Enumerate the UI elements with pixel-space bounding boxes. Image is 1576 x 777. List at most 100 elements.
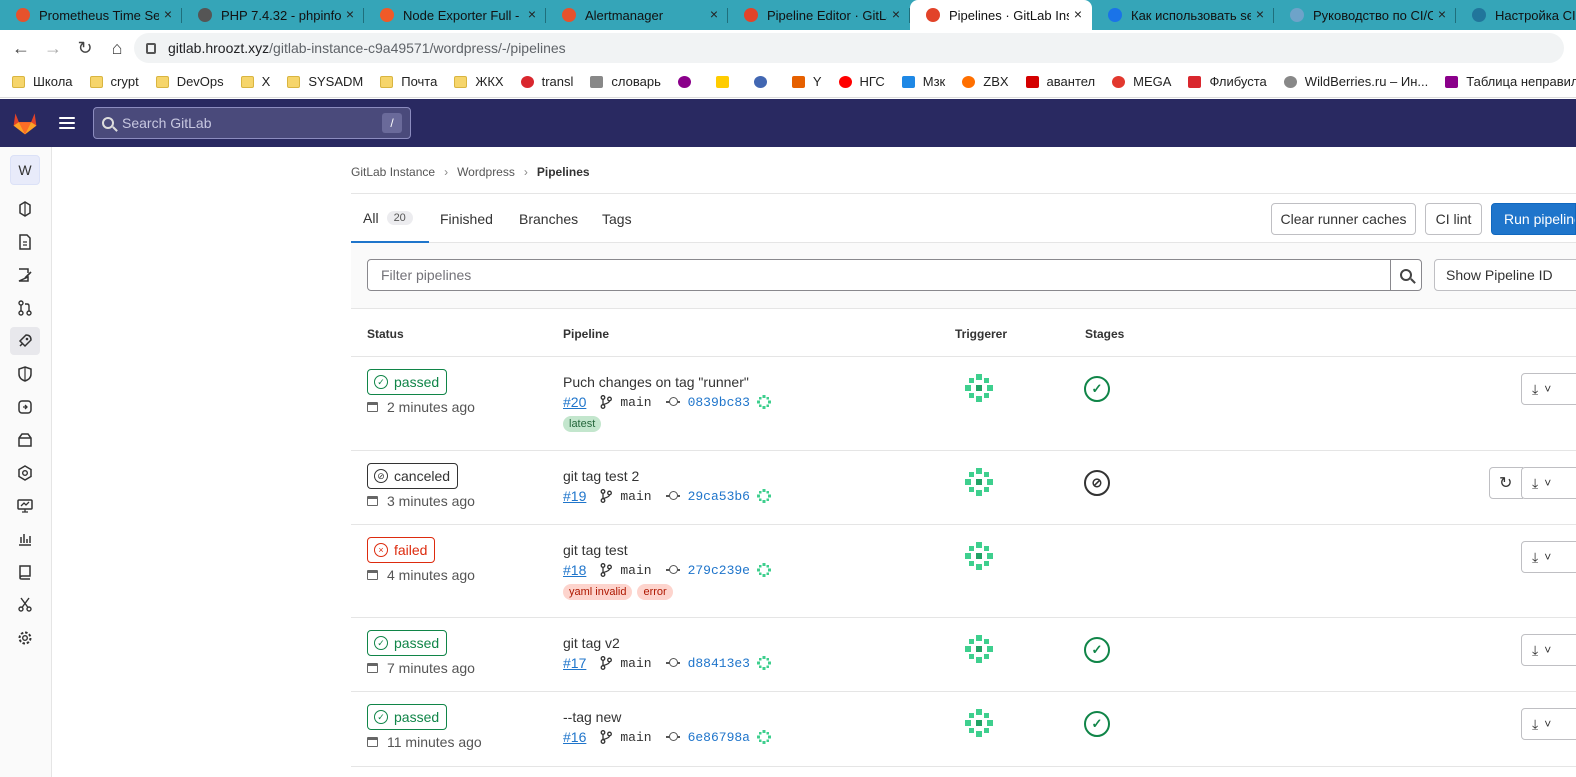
tab-branches[interactable]: Branches xyxy=(519,194,578,243)
branch-ref[interactable]: main xyxy=(600,395,652,410)
triggerer-avatar[interactable] xyxy=(963,466,995,498)
breadcrumb-item-current[interactable]: Pipelines xyxy=(537,165,590,179)
browser-tab[interactable]: PHP 7.4.32 - phpinfo() × xyxy=(182,0,364,30)
sidebar-item-infrastructure[interactable] xyxy=(10,459,40,487)
gitlab-logo-icon[interactable] xyxy=(11,109,39,137)
retry-button[interactable]: ↻ xyxy=(1489,467,1523,499)
status-badge[interactable]: × failed xyxy=(367,537,436,563)
show-pipeline-id-dropdown[interactable]: Show Pipeline ID xyxy=(1434,259,1576,291)
bookmark-item[interactable]: WildBerries.ru – Ин... xyxy=(1283,74,1428,89)
commit-ref[interactable]: 6e86798a xyxy=(665,730,750,745)
bookmark-item[interactable]: ЖКХ xyxy=(454,74,504,89)
bookmark-item[interactable]: НГС xyxy=(838,74,885,89)
close-icon[interactable]: × xyxy=(1438,6,1446,22)
close-icon[interactable]: × xyxy=(892,6,900,22)
bookmark-item[interactable]: MEGA xyxy=(1112,74,1171,89)
close-icon[interactable]: × xyxy=(1256,6,1264,22)
status-badge[interactable]: ✓ passed xyxy=(367,704,448,730)
bookmark-item[interactable]: Y xyxy=(791,74,822,89)
filter-search-button[interactable] xyxy=(1390,259,1422,291)
sidebar-item-issues[interactable] xyxy=(10,261,40,289)
tab-finished[interactable]: Finished xyxy=(440,194,493,243)
hamburger-menu-icon[interactable] xyxy=(59,117,75,129)
commit-ref[interactable]: 279c239e xyxy=(665,563,750,578)
browser-tab[interactable]: Руководство по CI/CD × xyxy=(1274,0,1456,30)
close-icon[interactable]: × xyxy=(346,6,354,22)
pipeline-title[interactable]: Puch changes on tag "runner" xyxy=(563,374,749,390)
project-avatar[interactable]: W xyxy=(10,155,40,185)
browser-tab[interactable]: Prometheus Time Series × xyxy=(0,0,182,30)
sidebar-item-merge-requests[interactable] xyxy=(10,294,40,322)
stage-passed-icon[interactable]: ✓ xyxy=(1084,376,1110,402)
bookmark-item[interactable] xyxy=(715,75,737,88)
branch-ref[interactable]: main xyxy=(600,489,652,504)
breadcrumb-item-instance[interactable]: GitLab Instance xyxy=(351,165,435,179)
download-artifacts-button[interactable]: ⤓ ˅ xyxy=(1521,467,1576,499)
status-badge[interactable]: ⊘ canceled xyxy=(367,463,459,489)
pipeline-id-link[interactable]: #16 xyxy=(563,729,586,745)
bookmark-item[interactable] xyxy=(677,75,699,88)
branch-ref[interactable]: main xyxy=(600,656,652,671)
status-badge[interactable]: ✓ passed xyxy=(367,369,448,395)
pipeline-id-link[interactable]: #20 xyxy=(563,394,586,410)
triggerer-avatar[interactable] xyxy=(963,633,995,665)
triggerer-avatar[interactable] xyxy=(963,372,995,404)
pipeline-title[interactable]: git tag test xyxy=(563,542,628,558)
bookmark-item[interactable]: crypt xyxy=(89,74,139,89)
download-artifacts-button[interactable]: ⤓ ˅ xyxy=(1521,541,1576,573)
close-icon[interactable]: × xyxy=(710,6,718,22)
stage-canceled-icon[interactable]: ⊘ xyxy=(1084,470,1110,496)
browser-tab[interactable]: Alertmanager × xyxy=(546,0,728,30)
commit-ref[interactable]: 0839bc83 xyxy=(665,395,750,410)
commit-ref[interactable]: 29ca53b6 xyxy=(665,489,750,504)
home-icon[interactable]: ⌂ xyxy=(106,37,128,59)
pipeline-id-link[interactable]: #19 xyxy=(563,488,586,504)
sidebar-item-wiki[interactable] xyxy=(10,558,40,586)
run-pipeline-button[interactable]: Run pipeline xyxy=(1491,203,1576,235)
browser-tab[interactable]: Pipelines · GitLab Instance × xyxy=(910,0,1092,30)
close-icon[interactable]: × xyxy=(164,6,172,22)
bookmark-item[interactable] xyxy=(753,75,775,88)
pipeline-id-link[interactable]: #17 xyxy=(563,655,586,671)
bookmark-item[interactable]: Школа xyxy=(12,74,73,89)
bookmark-item[interactable]: Флибуста xyxy=(1188,74,1267,89)
branch-ref[interactable]: main xyxy=(600,730,652,745)
close-icon[interactable]: × xyxy=(1074,6,1082,22)
ci-lint-button[interactable]: CI lint xyxy=(1425,203,1482,235)
triggerer-avatar[interactable] xyxy=(963,707,995,739)
triggerer-avatar[interactable] xyxy=(963,540,995,572)
forward-icon[interactable]: → xyxy=(42,37,64,59)
sidebar-item-repository[interactable] xyxy=(10,228,40,256)
pipeline-title[interactable]: --tag new xyxy=(563,709,621,725)
bookmark-item[interactable]: DevOps xyxy=(155,74,224,89)
status-badge[interactable]: ✓ passed xyxy=(367,630,448,656)
download-artifacts-button[interactable]: ⤓ ˅ xyxy=(1521,634,1576,666)
bookmark-item[interactable]: SYSADM xyxy=(287,74,363,89)
url-field[interactable]: gitlab.hroozt.xyz/gitlab-instance-c9a495… xyxy=(134,33,1564,63)
bookmark-item[interactable]: Почта xyxy=(380,74,437,89)
tab-all[interactable]: All 20 xyxy=(351,194,429,243)
commit-ref[interactable]: d88413e3 xyxy=(665,656,750,671)
bookmark-item[interactable]: авантел xyxy=(1025,74,1095,89)
sidebar-item-packages[interactable] xyxy=(10,426,40,454)
pipeline-id-link[interactable]: #18 xyxy=(563,562,586,578)
branch-ref[interactable]: main xyxy=(600,563,652,578)
download-artifacts-button[interactable]: ⤓ ˅ xyxy=(1521,708,1576,740)
browser-tab[interactable]: Как использовать secrets × xyxy=(1092,0,1274,30)
browser-tab[interactable]: Настройка CI× xyxy=(1456,0,1576,30)
bookmark-item[interactable]: словарь xyxy=(590,74,661,89)
stage-passed-icon[interactable]: ✓ xyxy=(1084,711,1110,737)
bookmark-item[interactable]: Таблица неправил... xyxy=(1445,74,1576,89)
sidebar-item-project-info[interactable] xyxy=(10,195,40,223)
sidebar-item-analytics[interactable] xyxy=(10,525,40,553)
tab-tags[interactable]: Tags xyxy=(602,194,632,243)
pipeline-title[interactable]: git tag v2 xyxy=(563,635,620,651)
pipeline-title[interactable]: git tag test 2 xyxy=(563,468,639,484)
sidebar-item-settings[interactable] xyxy=(10,624,40,652)
sidebar-item-deployments[interactable] xyxy=(10,393,40,421)
back-icon[interactable]: ← xyxy=(10,37,32,59)
search-input[interactable]: Search GitLab / xyxy=(93,107,411,139)
sidebar-item-snippets[interactable] xyxy=(10,591,40,619)
stage-passed-icon[interactable]: ✓ xyxy=(1084,637,1110,663)
browser-tab[interactable]: Node Exporter Full - Dashboards × xyxy=(364,0,546,30)
